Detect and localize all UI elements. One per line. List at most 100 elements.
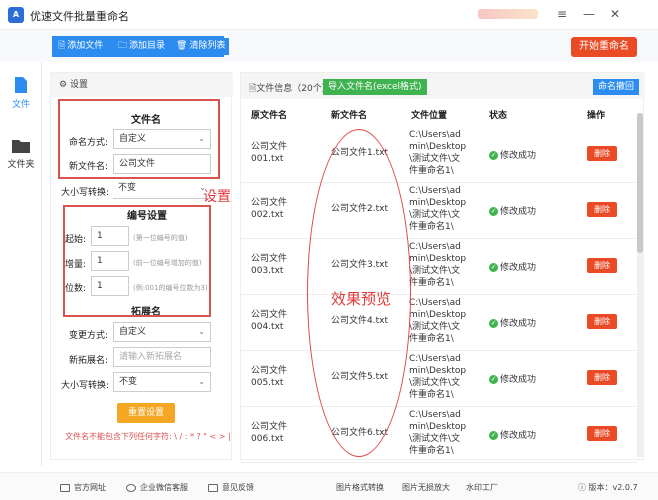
scrollbar[interactable] [637, 113, 643, 457]
cell-status: ✓ 修改成功 [489, 148, 536, 161]
nav-file-label: 文件 [11, 100, 30, 110]
delete-button[interactable]: 删除 [587, 146, 617, 161]
add-folder-button[interactable]: 🗀 添加目录 [114, 38, 170, 55]
cell-original-name: 公司文件005.txt [251, 366, 288, 388]
table-row[interactable]: 公司文件004.txt 公司文件4.txt C:\Users\admin\Deskt… [241, 295, 637, 351]
settings-header: ⚙ 设置 [51, 73, 233, 97]
file-icon [15, 77, 27, 93]
filename-warning: 文件名不能包含下列任何字符: \ / : * ? " < > | [65, 432, 231, 441]
cell-location: C:\Users\admin\Desktop\测试文件\文件重命名1\ [409, 410, 467, 456]
window-title: 优速文件批量重命名 [30, 10, 129, 23]
ext-case-select[interactable]: 不变 ⌄ [113, 372, 211, 392]
footer-img-convert-link[interactable]: 图片格式转换 [336, 482, 384, 493]
status-text: 修改成功 [500, 431, 537, 441]
footer-site-link[interactable]: 官方网址 [60, 482, 106, 493]
table-row[interactable]: 公司文件006.txt 公司文件6.txt C:\Users\admin\Deskt… [241, 407, 637, 463]
cell-original-name: 公司文件002.txt [251, 198, 288, 220]
app-logo: A [8, 7, 24, 23]
table-row[interactable]: 公司文件003.txt 公司文件3.txt C:\Users\admin\Deskt… [241, 239, 637, 295]
header-original-name: 原文件名 [251, 111, 288, 121]
scrollbar-thumb[interactable] [637, 113, 643, 253]
new-ext-label: 新拓展名: [69, 356, 109, 366]
cell-location: C:\Users\admin\Desktop\测试文件\文件重命名1\ [409, 298, 467, 344]
ext-mode-label: 变更方式: [69, 331, 109, 341]
delete-button[interactable]: 删除 [587, 202, 617, 217]
footer-wechat-label: 企业微信客服 [140, 483, 188, 492]
settings-title: 设置 [69, 80, 88, 90]
close-icon[interactable]: ✕ [606, 5, 624, 23]
file-info-label: 🗎文件信息（20个） [249, 81, 331, 97]
start-rename-button[interactable]: 开始重命名 [571, 37, 637, 57]
header-status: 状态 [489, 111, 508, 121]
gear-icon: ⚙ [59, 80, 70, 90]
toolbar: 🗎 添加文件 🗀 添加目录 🗑 清除列表 [0, 30, 658, 62]
cell-status: ✓ 修改成功 [489, 428, 536, 441]
footer-feedback-link[interactable]: 意见反馈 [208, 482, 254, 493]
chevron-down-icon: ⌄ [198, 377, 205, 386]
check-circle-icon: ✓ [489, 263, 498, 272]
settings-panel: ⚙ 设置 文件名 命名方式: 自定义 ⌄ 新文件名: 公司文件 大小写转换: 不变… [50, 72, 233, 460]
delete-button[interactable]: 删除 [587, 426, 617, 441]
footer-version-label: 版本：v2.0.7 [588, 483, 638, 492]
trash-icon: 🗑 [176, 41, 188, 51]
footer: 官方网址 企业微信客服 意见反馈 图片格式转换 图片无损放大 水印工厂 ⓘ 版本… [0, 472, 658, 500]
clear-list-label: 清除列表 [189, 41, 226, 51]
check-circle-icon: ✓ [489, 431, 498, 440]
cell-status: ✓ 修改成功 [489, 260, 536, 273]
footer-img-enlarge-link[interactable]: 图片无损放大 [402, 482, 450, 493]
reset-settings-button[interactable]: 重置设置 [117, 403, 175, 423]
left-nav: 文件 文件夹 [0, 62, 42, 466]
cell-location: C:\Users\admin\Desktop\测试文件\文件重命名1\ [409, 242, 467, 288]
status-text: 修改成功 [500, 375, 537, 385]
status-text: 修改成功 [500, 263, 537, 273]
delete-button[interactable]: 删除 [587, 314, 617, 329]
cell-original-name: 公司文件006.txt [251, 422, 288, 444]
add-file-button[interactable]: 🗎 添加文件 [54, 38, 108, 55]
status-text: 修改成功 [500, 207, 537, 217]
folder-icon [12, 140, 30, 153]
chevron-down-icon: ⌄ [198, 327, 205, 336]
add-folder-icon: 🗀 [118, 41, 128, 51]
cell-status: ✓ 修改成功 [489, 204, 536, 217]
case-convert-label: 大小写转换: [61, 188, 110, 198]
clear-list-button[interactable]: 🗑 清除列表 [172, 38, 230, 55]
cell-location: C:\Users\admin\Desktop\测试文件\文件重命名1\ [409, 186, 467, 232]
info-icon: ⓘ [578, 483, 589, 492]
cell-location: C:\Users\admin\Desktop\测试文件\文件重命名1\ [409, 354, 467, 400]
add-file-label: 添加文件 [67, 41, 104, 51]
case-convert-select[interactable]: 不变 ⌄ [113, 179, 211, 199]
footer-site-label: 官方网址 [74, 483, 106, 492]
cell-location: C:\Users\admin\Desktop\测试文件\文件重命名1\ [409, 130, 467, 176]
import-excel-button[interactable]: 导入文件名(excel格式) [323, 79, 427, 95]
ext-case-value: 不变 [119, 377, 138, 387]
new-ext-input[interactable]: 请输入新拓展名 [113, 347, 211, 367]
table-row[interactable]: 公司文件001.txt 公司文件1.txt C:\Users\admin\Deskt… [241, 127, 637, 183]
nav-item-folder[interactable]: 文件夹 [0, 138, 42, 170]
header-action: 操作 [587, 111, 606, 121]
undo-rename-button[interactable]: 命名撤回 [592, 79, 639, 95]
menu-icon[interactable]: ≡ [553, 5, 571, 23]
delete-button[interactable]: 删除 [587, 370, 617, 385]
delete-button[interactable]: 删除 [587, 258, 617, 273]
status-text: 修改成功 [500, 319, 537, 329]
table-row[interactable]: 公司文件002.txt 公司文件2.txt C:\Users\admin\Deskt… [241, 183, 637, 239]
ext-mode-select[interactable]: 自定义 ⌄ [113, 322, 211, 342]
header-location: 文件位置 [411, 111, 448, 121]
file-info-count: 文件信息（20个） [256, 84, 331, 94]
cell-status: ✓ 修改成功 [489, 372, 536, 385]
add-file-icon: 🗎 [58, 41, 66, 51]
footer-wechat-link[interactable]: 企业微信客服 [126, 482, 188, 493]
settings-annotation: 设置 [203, 189, 231, 205]
table-row[interactable]: 公司文件005.txt 公司文件5.txt C:\Users\admin\Deskt… [241, 351, 637, 407]
nav-item-file[interactable]: 文件 [0, 76, 42, 110]
file-info-header: 🗎文件信息（20个） 导入文件名(excel格式) 命名撤回 [241, 73, 645, 99]
promo-banner[interactable] [478, 9, 538, 19]
cell-status: ✓ 修改成功 [489, 316, 536, 329]
chat-icon [126, 483, 136, 492]
footer-watermark-link[interactable]: 水印工厂 [466, 482, 498, 493]
cell-original-name: 公司文件001.txt [251, 142, 288, 164]
preview-annotation: 效果预览 [331, 290, 392, 308]
add-folder-label: 添加目录 [129, 41, 166, 51]
case-convert-value: 不变 [118, 183, 137, 193]
minimize-icon[interactable]: — [580, 5, 598, 23]
